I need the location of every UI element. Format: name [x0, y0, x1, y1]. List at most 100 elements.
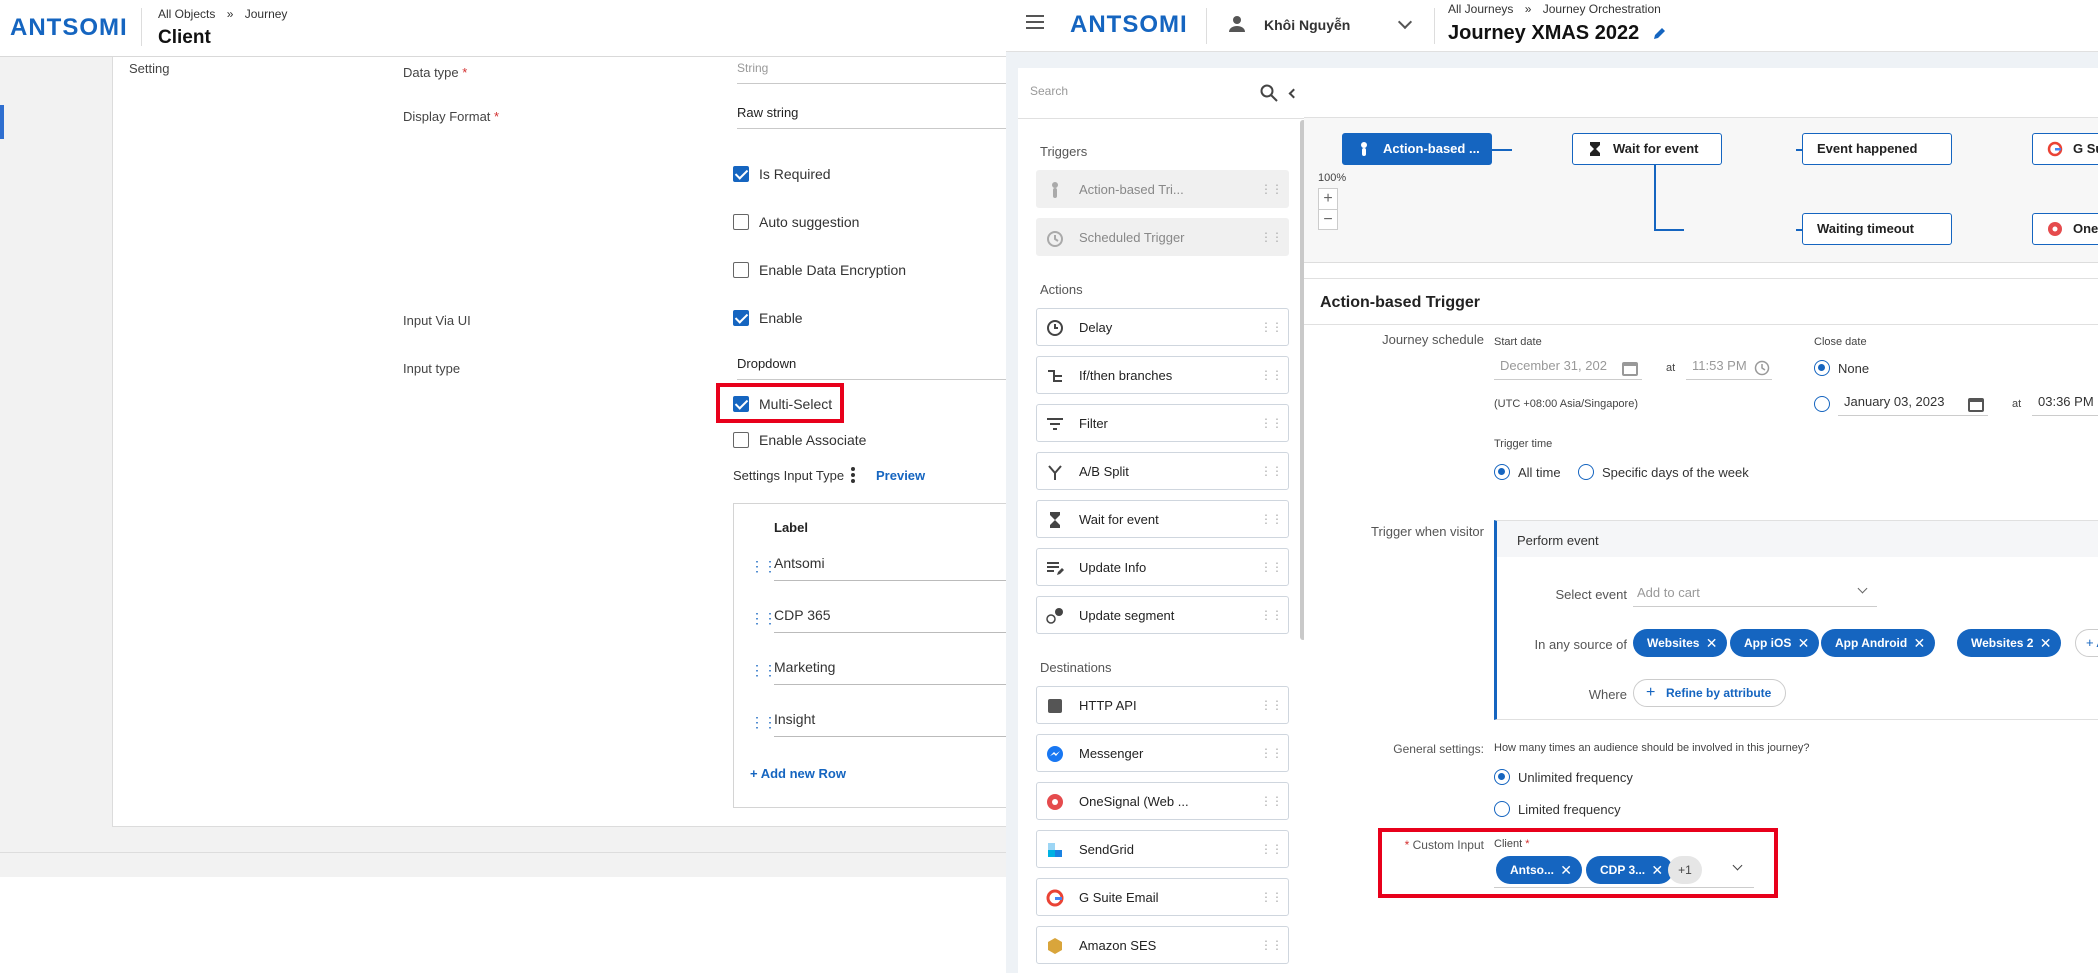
palette-item-wait-event[interactable]: Wait for event ⋮⋮ [1036, 500, 1289, 538]
drag-handle-icon[interactable]: ⋮⋮ [1260, 890, 1283, 904]
close-icon[interactable]: ✕ [2040, 629, 2052, 657]
drag-handle-icon[interactable]: ⋮⋮ [750, 714, 777, 731]
palette-item-filter[interactable]: Filter ⋮⋮ [1036, 404, 1289, 442]
zoom-in-button[interactable]: + [1319, 189, 1337, 210]
palette-item-ab-split[interactable]: A/B Split ⋮⋮ [1036, 452, 1289, 490]
breadcrumb-all-journeys[interactable]: All Journeys [1448, 2, 1513, 16]
calendar-icon[interactable] [1968, 396, 1984, 412]
refine-by-attribute-button[interactable]: + Refine by attribute [1633, 679, 1787, 707]
flow-node-action-trigger[interactable]: Action-based ... [1342, 133, 1492, 165]
option-row-input[interactable]: Insight [774, 711, 1006, 737]
add-source-button[interactable]: + A [2075, 629, 2098, 657]
flow-node-wait-event[interactable]: Wait for event [1572, 133, 1722, 165]
palette-item-delay[interactable]: Delay ⋮⋮ [1036, 308, 1289, 346]
limited-frequency-radio[interactable] [1494, 801, 1510, 817]
flow-node-event-happened[interactable]: Event happened [1802, 133, 1952, 165]
event-condition-card: Perform event Select event Add to cart I… [1494, 520, 2098, 720]
option-row-input[interactable]: Antsomi [774, 555, 1006, 581]
refine-label: Refine by attribute [1666, 686, 1772, 700]
drag-handle-icon[interactable]: ⋮⋮ [750, 558, 777, 575]
calendar-icon[interactable] [1622, 360, 1638, 376]
drag-handle-icon[interactable]: ⋮⋮ [1260, 560, 1283, 574]
user-name[interactable]: Khôi Nguyễn [1264, 17, 1350, 33]
palette-search-input[interactable]: Search [1030, 84, 1270, 98]
drag-handle-icon[interactable]: ⋮⋮ [750, 662, 777, 679]
palette-item-scheduled-trigger[interactable]: Scheduled Trigger ⋮⋮ [1036, 218, 1289, 256]
palette-item-label: Update segment [1079, 608, 1175, 623]
close-icon[interactable]: ✕ [1706, 629, 1718, 657]
palette-item-onesignal[interactable]: OneSignal (Web ... ⋮⋮ [1036, 782, 1289, 820]
source-tag[interactable]: Websites ✕ [1633, 629, 1728, 657]
enable-encryption-checkbox[interactable] [733, 262, 749, 278]
more-vert-icon[interactable] [851, 467, 855, 483]
is-required-checkbox[interactable] [733, 166, 749, 182]
close-icon[interactable]: ✕ [1913, 629, 1925, 657]
drag-handle-icon[interactable]: ⋮⋮ [1260, 416, 1283, 430]
input-type-select[interactable]: Dropdown [737, 356, 1006, 380]
clock-icon[interactable] [1754, 360, 1770, 376]
drag-handle-icon[interactable]: ⋮⋮ [1260, 512, 1283, 526]
drag-handle-icon[interactable]: ⋮⋮ [1260, 368, 1283, 382]
close-date-radio[interactable] [1814, 396, 1830, 412]
close-none-radio[interactable] [1814, 360, 1830, 376]
drag-handle-icon[interactable]: ⋮⋮ [1260, 182, 1283, 196]
actions-section-title: Actions [1040, 282, 1083, 297]
plus-icon: + [1646, 684, 1656, 701]
drag-handle-icon[interactable]: ⋮⋮ [1260, 698, 1283, 712]
hamburger-menu-icon[interactable] [1026, 15, 1044, 29]
start-date-input[interactable]: December 31, 202 [1494, 358, 1642, 380]
search-icon[interactable] [1260, 84, 1278, 102]
close-icon[interactable]: ✕ [1798, 629, 1810, 657]
unlimited-frequency-radio[interactable] [1494, 769, 1510, 785]
flow-node-waiting-timeout[interactable]: Waiting timeout [1802, 213, 1952, 245]
collapse-chevron-icon[interactable] [1288, 88, 1299, 99]
zoom-out-button[interactable]: − [1319, 210, 1337, 230]
trigger-all-time-radio[interactable] [1494, 464, 1510, 480]
palette-item-gsuite-email[interactable]: G Suite Email ⋮⋮ [1036, 878, 1289, 916]
drag-handle-icon[interactable]: ⋮⋮ [1260, 230, 1283, 244]
drag-handle-icon[interactable]: ⋮⋮ [1260, 464, 1283, 478]
drag-handle-icon[interactable]: ⋮⋮ [750, 610, 777, 627]
source-tag[interactable]: App Android ✕ [1821, 629, 1936, 657]
source-tag[interactable]: Websites 2 ✕ [1957, 629, 2062, 657]
palette-item-messenger[interactable]: Messenger ⋮⋮ [1036, 734, 1289, 772]
chevron-down-icon[interactable] [1397, 14, 1413, 30]
close-time-input[interactable]: 03:36 PM [2032, 394, 2098, 416]
breadcrumb-journey[interactable]: Journey [245, 7, 288, 21]
trigger-time-label: Trigger time [1494, 438, 1553, 450]
breadcrumb-all-objects[interactable]: All Objects [158, 7, 215, 21]
close-date-input[interactable]: January 03, 2023 [1838, 394, 1988, 416]
flow-node-gsuite[interactable]: G Su [2032, 133, 2098, 165]
drag-handle-icon[interactable]: ⋮⋮ [1260, 746, 1283, 760]
display-format-select[interactable]: Raw string [737, 105, 1006, 129]
left-top-bar: ANTSOMI All Objects » Journey Client [0, 0, 1006, 57]
enable-ui-checkbox[interactable] [733, 310, 749, 326]
palette-item-action-trigger[interactable]: Action-based Tri... ⋮⋮ [1036, 170, 1289, 208]
add-new-row-button[interactable]: + Add new Row [750, 766, 846, 781]
split-icon [1048, 465, 1062, 480]
drag-handle-icon[interactable]: ⋮⋮ [1260, 320, 1283, 334]
drag-handle-icon[interactable]: ⋮⋮ [1260, 938, 1283, 952]
preview-link[interactable]: Preview [876, 468, 925, 483]
palette-item-if-then[interactable]: If/then branches ⋮⋮ [1036, 356, 1289, 394]
header-divider [1434, 8, 1435, 44]
settings-input-type-label: Settings Input Type [733, 468, 845, 483]
breadcrumb-journey-orchestration[interactable]: Journey Orchestration [1543, 2, 1661, 16]
drag-handle-icon[interactable]: ⋮⋮ [1260, 608, 1283, 622]
palette-item-update-segment[interactable]: Update segment ⋮⋮ [1036, 596, 1289, 634]
flow-node-onesignal[interactable]: One [2032, 213, 2098, 245]
palette-item-amazon-ses[interactable]: Amazon SES ⋮⋮ [1036, 926, 1289, 964]
drag-handle-icon[interactable]: ⋮⋮ [1260, 842, 1283, 856]
auto-suggestion-checkbox[interactable] [733, 214, 749, 230]
trigger-specific-days-radio[interactable] [1578, 464, 1594, 480]
enable-associate-checkbox[interactable] [733, 432, 749, 448]
palette-item-http-api[interactable]: HTTP API ⋮⋮ [1036, 686, 1289, 724]
option-row-input[interactable]: CDP 365 [774, 607, 1006, 633]
option-row-input[interactable]: Marketing [774, 659, 1006, 685]
palette-item-sendgrid[interactable]: SendGrid ⋮⋮ [1036, 830, 1289, 868]
select-event-dropdown[interactable]: Add to cart [1633, 585, 1877, 607]
drag-handle-icon[interactable]: ⋮⋮ [1260, 794, 1283, 808]
palette-item-update-info[interactable]: Update Info ⋮⋮ [1036, 548, 1289, 586]
source-tag[interactable]: App iOS ✕ [1730, 629, 1820, 657]
edit-pencil-icon[interactable] [1652, 25, 1668, 41]
